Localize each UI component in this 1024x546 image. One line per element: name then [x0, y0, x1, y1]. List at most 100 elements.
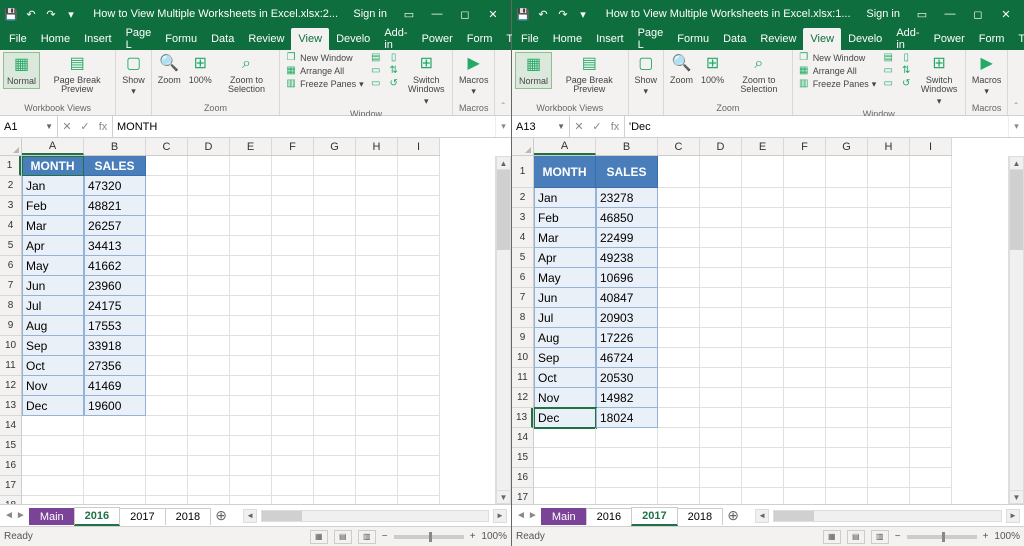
cell[interactable] — [742, 448, 784, 468]
cell[interactable] — [742, 208, 784, 228]
table-cell[interactable]: 18024 — [596, 408, 658, 428]
cell[interactable] — [272, 396, 314, 416]
cell[interactable] — [314, 456, 356, 476]
expand-formula-icon[interactable]: ▾ — [1008, 116, 1024, 137]
table-cell[interactable]: 23278 — [596, 188, 658, 208]
table-cell[interactable]: 41469 — [84, 376, 146, 396]
column-header[interactable]: H — [868, 138, 910, 155]
zoom-slider[interactable] — [907, 535, 977, 539]
cell[interactable] — [868, 156, 910, 188]
name-box[interactable]: A13▼ — [512, 116, 570, 137]
new-sheet-button[interactable]: ⊕ — [723, 507, 743, 524]
enter-formula-icon[interactable]: ✓ — [76, 120, 94, 133]
view-pagebreak-icon[interactable]: ▥ — [871, 530, 889, 544]
cell[interactable] — [784, 288, 826, 308]
cell[interactable] — [784, 268, 826, 288]
sheet-tab[interactable]: Main — [29, 508, 75, 525]
cell[interactable] — [826, 156, 868, 188]
table-cell[interactable]: Dec — [22, 396, 84, 416]
zoom-out-icon[interactable]: − — [895, 531, 901, 542]
cell[interactable] — [826, 288, 868, 308]
cell[interactable] — [700, 288, 742, 308]
table-cell[interactable]: 20903 — [596, 308, 658, 328]
expand-formula-icon[interactable]: ▾ — [495, 116, 511, 137]
normal-view-button[interactable]: ▦Normal — [3, 52, 40, 89]
cell[interactable] — [356, 376, 398, 396]
cell[interactable] — [658, 368, 700, 388]
cell[interactable] — [826, 368, 868, 388]
cell[interactable] — [826, 348, 868, 368]
cell[interactable] — [356, 496, 398, 504]
cell[interactable] — [910, 348, 952, 368]
sync-scroll-button[interactable]: ⇅ — [386, 65, 402, 77]
zoom-in-icon[interactable]: + — [470, 531, 476, 542]
cell[interactable] — [314, 256, 356, 276]
cell[interactable] — [784, 428, 826, 448]
row-header[interactable]: 10 — [512, 348, 533, 368]
cell[interactable] — [742, 388, 784, 408]
cell[interactable] — [742, 248, 784, 268]
column-header[interactable]: E — [742, 138, 784, 155]
row-header[interactable]: 4 — [0, 216, 21, 236]
cell[interactable] — [910, 308, 952, 328]
zoom-100-button[interactable]: ⊞100% — [186, 52, 215, 87]
cell[interactable] — [314, 316, 356, 336]
cell[interactable] — [230, 456, 272, 476]
cell[interactable] — [272, 376, 314, 396]
cell[interactable] — [398, 356, 440, 376]
table-cell[interactable]: Jun — [22, 276, 84, 296]
cell[interactable] — [534, 488, 596, 504]
cell[interactable] — [230, 216, 272, 236]
worksheet-grid[interactable]: ABCDEFGHI123456789101112131415161718MONT… — [512, 138, 1024, 504]
cell[interactable] — [868, 468, 910, 488]
maximize-icon[interactable]: ◻ — [451, 4, 479, 24]
undo-icon[interactable]: ↶ — [536, 7, 550, 21]
chevron-down-icon[interactable]: ▼ — [45, 122, 53, 131]
cell[interactable] — [398, 396, 440, 416]
cell[interactable] — [22, 416, 84, 436]
sync-scroll-button[interactable]: ⇅ — [898, 65, 914, 77]
cell[interactable] — [826, 428, 868, 448]
cell[interactable] — [910, 268, 952, 288]
cell[interactable] — [596, 468, 658, 488]
switch-windows-button[interactable]: ⊞Switch Windows▾ — [916, 52, 962, 108]
table-header-cell[interactable]: SALES — [84, 156, 146, 176]
cell[interactable] — [272, 316, 314, 336]
column-header[interactable]: B — [84, 138, 146, 155]
cell[interactable] — [356, 336, 398, 356]
cell[interactable] — [658, 448, 700, 468]
cell[interactable] — [84, 476, 146, 496]
row-header[interactable]: 6 — [0, 256, 21, 276]
cell[interactable] — [230, 276, 272, 296]
row-header[interactable]: 10 — [0, 336, 21, 356]
cell[interactable] — [784, 188, 826, 208]
cell[interactable] — [910, 368, 952, 388]
cell[interactable] — [356, 476, 398, 496]
cell[interactable] — [742, 408, 784, 428]
cell[interactable] — [784, 408, 826, 428]
cell[interactable] — [314, 416, 356, 436]
cell[interactable] — [314, 156, 356, 176]
cell[interactable] — [356, 196, 398, 216]
view-side-button[interactable]: ▯ — [898, 52, 914, 64]
cell[interactable] — [742, 288, 784, 308]
column-header[interactable]: F — [784, 138, 826, 155]
cell[interactable] — [398, 236, 440, 256]
zoom-button[interactable]: 🔍Zoom — [667, 52, 696, 87]
cell[interactable] — [188, 336, 230, 356]
column-header[interactable]: I — [398, 138, 440, 155]
cell[interactable] — [398, 336, 440, 356]
column-header[interactable]: H — [356, 138, 398, 155]
cell[interactable] — [658, 208, 700, 228]
horizontal-scrollbar[interactable]: ◄► — [239, 509, 511, 523]
cell[interactable] — [188, 256, 230, 276]
cell[interactable] — [910, 328, 952, 348]
cell[interactable] — [398, 476, 440, 496]
row-header[interactable]: 7 — [0, 276, 21, 296]
cell[interactable] — [784, 488, 826, 504]
macros-button[interactable]: ▶Macros▾ — [969, 52, 1005, 99]
select-all-corner[interactable] — [512, 138, 534, 156]
cell[interactable] — [314, 356, 356, 376]
cell[interactable] — [272, 236, 314, 256]
cell[interactable] — [314, 436, 356, 456]
